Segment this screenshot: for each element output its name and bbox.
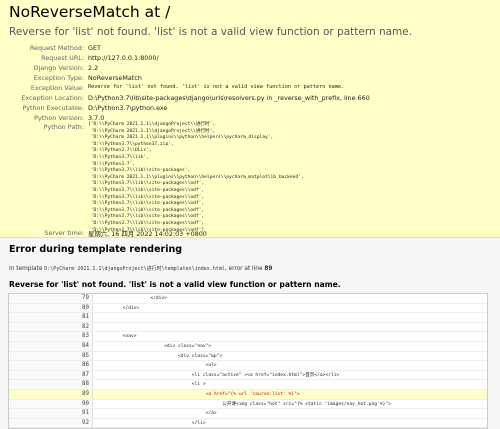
meta-value: 2.2 [88, 64, 99, 72]
line-code: <a href="{% url 'course:list' %}"> [95, 392, 300, 397]
source-line: 84 <div class="nav"> [9, 342, 487, 352]
meta-key: Python Path: [43, 123, 84, 131]
source-line: 92 </li> [9, 418, 487, 429]
meta-value: 3.7.0 [88, 114, 105, 122]
line-number: 81 [9, 313, 93, 322]
meta-key: Python Executable: [22, 104, 84, 112]
line-number: 83 [9, 332, 93, 341]
python-path-entry: 'D:\\Python3.7\\lib\\site-packages', [88, 168, 191, 174]
source-line: 86 <ul> [9, 361, 487, 371]
line-number: 87 [9, 370, 93, 380]
source-line: 85 <div class="wp"> [9, 351, 487, 362]
line-code: </a> [95, 411, 217, 417]
python-path-entry: 'D:\\Python3.7\\DLLs', [88, 148, 152, 154]
line-number: 88 [9, 380, 93, 389]
source-line: 91 </a> [9, 409, 487, 419]
meta-key: Request Method: [29, 44, 84, 52]
page-title: NoReverseMatch at / [9, 3, 171, 21]
template-info-prefix: In template [9, 266, 43, 272]
line-number: 84 [9, 342, 93, 351]
template-error-info: In template D:\PyCharm 2021.1.1\djangoPr… [9, 265, 272, 272]
template-path: D:\PyCharm 2021.1.1\djangoProject\进行时\te… [44, 266, 225, 272]
meta-value: Reverse for 'list' not found. 'list' is … [88, 84, 345, 90]
line-number: 82 [9, 322, 93, 332]
meta-value: http://127.0.0.1:8000/ [88, 54, 159, 62]
meta-value: GET [88, 44, 101, 52]
line-code: <div class="nav"> [95, 344, 212, 349]
python-path-entry: 'D:\\Python3.7\\lib\\site-packages\\odf'… [88, 220, 205, 226]
source-line: 82 [9, 322, 487, 333]
python-path-entry: 'D:\\Python3.7\\lib\\site-packages\\odf'… [88, 181, 205, 187]
python-path-entry: 'D:\\Python3.7\\lib', [88, 154, 149, 160]
meta-value: D:\Python3.7\python.exe [88, 104, 168, 112]
template-info-mid: , error at line [224, 266, 263, 272]
line-code: </div> [95, 296, 167, 301]
meta-key: Exception Type: [33, 74, 84, 82]
python-path-list: ['D:\\PyCharm 2021.1.1\\djangoProject\\进… [88, 122, 304, 234]
line-code: </li> [95, 420, 206, 426]
meta-key: Exception Location: [21, 94, 84, 102]
source-line: 89 <a href="{% url 'course:list' %}"> [9, 390, 487, 400]
template-source-table: 79 </div> 80 </div> 81 82 83 <nav> 84 <div cl… [8, 293, 488, 429]
line-number: 80 [9, 303, 93, 313]
meta-value: D:\Python3.7\lib\site-packages\django\ur… [88, 94, 370, 102]
line-code: <nav> [95, 334, 137, 340]
meta-key: Python Version: [34, 114, 84, 122]
meta-value: NoReverseMatch [88, 74, 142, 82]
line-number: 85 [9, 351, 93, 361]
python-path-entry: 'D:\\Python3.7\\lib\\site-packages\\odf'… [88, 187, 205, 193]
source-line: 81 [9, 313, 487, 323]
line-code: <ul> [95, 363, 217, 369]
python-path-entry: 'D:\\Python3.7\\lib\\site-packages\\odf'… [88, 201, 205, 207]
template-error-message: Reverse for 'list' not found. 'list' is … [9, 280, 341, 289]
source-line: 88 <li > [9, 380, 487, 390]
meta-key: Exception Value: [30, 84, 84, 92]
line-number: 91 [9, 409, 93, 418]
source-line: 83 <nav> [9, 332, 487, 342]
template-error-section: Error during template rendering In templ… [0, 238, 500, 429]
python-path-entry: 'D:\\Python3.7\\lib\\site-packages\\odf'… [88, 227, 205, 233]
line-code: </div> [95, 305, 140, 311]
source-line: 80 </div> [9, 303, 487, 314]
meta-key: Server time: [44, 229, 84, 237]
line-number: 79 [9, 294, 93, 303]
meta-key: Django Version: [33, 64, 84, 72]
line-number: 86 [9, 361, 93, 370]
source-line: 79 </div> [9, 294, 487, 304]
line-code: <li > [95, 382, 206, 388]
source-line: 87 <li class="active" ><a href="index.ht… [9, 370, 487, 381]
python-path-entry: 'D:\\Python3.7\\lib\\site-packages\\odf'… [88, 214, 205, 220]
source-line: 90 公开课<img class="hot" src="{% static 'i… [9, 399, 487, 410]
template-error-line: 89 [264, 266, 273, 272]
meta-key: Request URL: [41, 54, 84, 62]
error-summary: NoReverseMatch at / Reverse for 'list' n… [0, 0, 500, 238]
python-path-entry: ['D:\\PyCharm 2021.1.1\\djangoProject\\进… [88, 122, 216, 127]
line-code: 公开课<img class="hot" src="{% static 'imag… [95, 401, 391, 407]
line-number: 92 [9, 418, 93, 428]
line-number: 89 [9, 390, 93, 399]
exception-message: Reverse for 'list' not found. 'list' is … [9, 26, 413, 38]
line-code: <div class="wp"> [95, 353, 223, 359]
template-error-heading: Error during template rendering [9, 244, 183, 255]
line-code: <li class="active" ><a href="index.html"… [95, 372, 340, 378]
line-number: 90 [9, 399, 93, 409]
python-path-entry: 'D:\\PyCharm 2021.1.1\\plugins\\python\\… [88, 135, 274, 141]
